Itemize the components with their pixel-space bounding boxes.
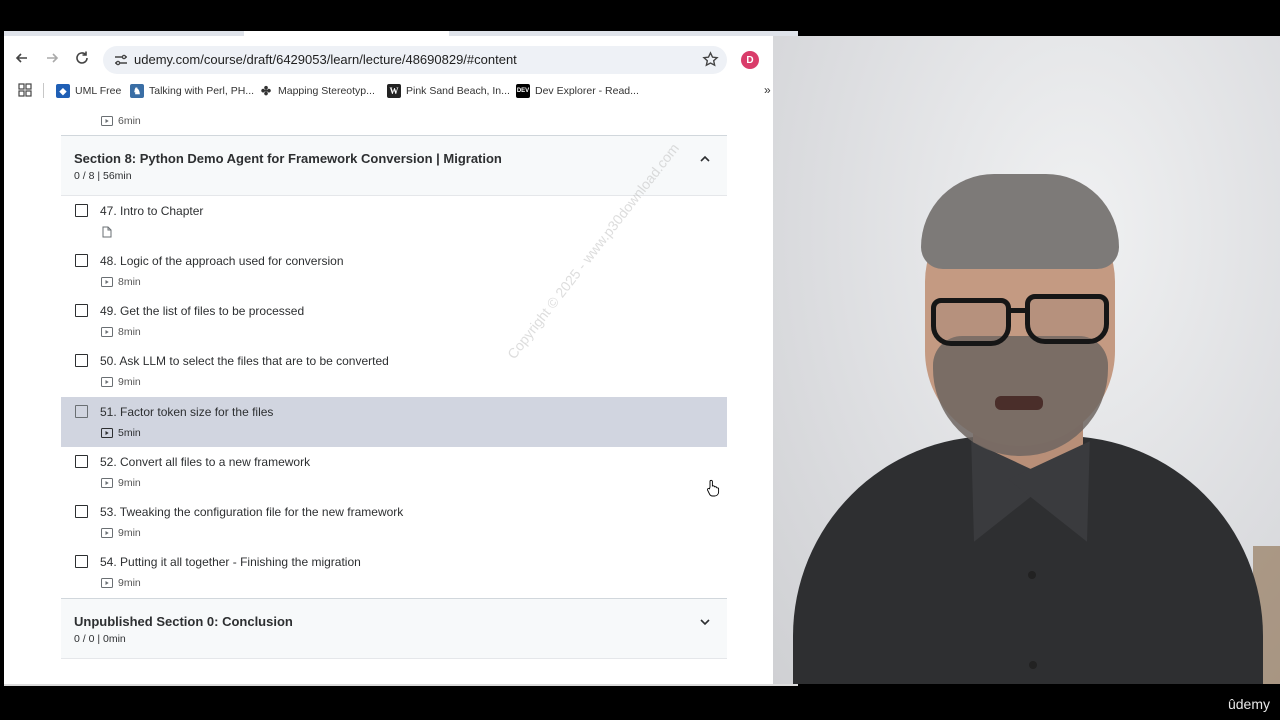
video-playing-icon [101, 428, 113, 438]
shirt-button [1028, 571, 1036, 579]
instructor-mouth [995, 396, 1043, 410]
lecture-item[interactable]: 54. Putting it all together - Finishing … [61, 547, 727, 597]
lecture-checkbox[interactable] [75, 304, 88, 317]
bookmark-mapping-stereotypes[interactable]: ✤ Mapping Stereotyp... [259, 82, 375, 100]
back-button[interactable] [12, 48, 32, 68]
bookmark-label: Talking with Perl, PH... [149, 85, 255, 97]
reload-button[interactable] [72, 48, 92, 68]
dev-icon: DEV [516, 84, 530, 98]
lecture-checkbox[interactable] [75, 505, 88, 518]
profile-avatar[interactable]: D [741, 51, 759, 69]
video-icon [101, 528, 113, 538]
reload-icon [76, 51, 88, 64]
section-progress: 0 / 0 | 0min [74, 633, 126, 645]
bookmarks-separator [43, 83, 44, 98]
bookmark-dev-explorer[interactable]: DEV Dev Explorer - Read... [516, 82, 639, 100]
lecture-checkbox[interactable] [75, 455, 88, 468]
glasses-right-lens [1025, 294, 1109, 344]
lecture-checkbox[interactable] [75, 405, 88, 418]
lecture-duration: 8min [101, 326, 141, 338]
bookmark-label: Pink Sand Beach, In... [406, 85, 510, 97]
forward-button[interactable] [42, 48, 62, 68]
bookmark-talking-with-perl[interactable]: ♞ Talking with Perl, PH... [130, 82, 254, 100]
lecture-item[interactable]: 49. Get the list of files to be processe… [61, 296, 727, 346]
bookmark-pink-sand-beach[interactable]: W Pink Sand Beach, In... [387, 82, 510, 100]
lecture-title: 49. Get the list of files to be processe… [100, 304, 305, 318]
site-settings-icon[interactable] [113, 52, 129, 68]
lecture-item-active[interactable]: 51. Factor token size for the files 5min [61, 397, 727, 447]
address-bar[interactable]: udemy.com/course/draft/6429053/learn/lec… [103, 46, 727, 74]
more-bookmarks-icon[interactable]: » [764, 83, 771, 97]
hand-cursor-icon [707, 479, 720, 497]
forward-arrow-icon [47, 53, 59, 63]
udemy-logo: ûdemy [1227, 696, 1270, 712]
video-icon [101, 478, 113, 488]
lecture-title: 50. Ask LLM to select the files that are… [100, 354, 389, 368]
bookmark-star-icon[interactable] [702, 51, 719, 68]
section-title: Unpublished Section 0: Conclusion [74, 614, 293, 629]
bookmark-uml-free[interactable]: ◆ UML Free [56, 82, 121, 100]
lecture-duration: 9min [101, 527, 141, 539]
apps-grid-icon[interactable] [18, 83, 32, 97]
lecture-item[interactable]: 50. Ask LLM to select the files that are… [61, 346, 727, 396]
video-icon [101, 116, 113, 126]
lecture-checkbox[interactable] [75, 354, 88, 367]
bookmark-label: Dev Explorer - Read... [535, 85, 639, 97]
lecture-title: 52. Convert all files to a new framework [100, 455, 311, 469]
lecture-title: 53. Tweaking the configuration file for … [100, 505, 404, 519]
bookmarks-bar: ◆ UML Free ♞ Talking with Perl, PH... ✤ … [4, 80, 773, 102]
bookmark-label: UML Free [75, 85, 122, 97]
lecture-duration: 9min [101, 376, 141, 388]
lecture-title: 48. Logic of the approach used for conve… [100, 254, 344, 268]
section-progress: 0 / 8 | 56min [74, 170, 132, 182]
lecture-checkbox[interactable] [75, 555, 88, 568]
shirt-button [1029, 661, 1037, 669]
section-conclusion-header[interactable]: Unpublished Section 0: Conclusion 0 / 0 … [61, 598, 727, 659]
section-title: Section 8: Python Demo Agent for Framewo… [74, 151, 502, 166]
chevron-down-icon[interactable] [699, 616, 711, 628]
glasses-bridge [1009, 308, 1027, 313]
previous-lecture-duration: 6min [101, 115, 141, 127]
screen: udemy.com/course/draft/6429053/learn/lec… [0, 0, 1280, 720]
lecture-title: 47. Intro to Chapter [100, 204, 204, 218]
bottom-letterbox [0, 686, 1280, 720]
lecture-item[interactable]: 53. Tweaking the configuration file for … [61, 497, 727, 547]
lecture-title: 51. Factor token size for the files [100, 405, 274, 419]
camel-icon: ♞ [130, 84, 144, 98]
uml-icon: ◆ [56, 84, 70, 98]
video-icon [101, 327, 113, 337]
course-content-panel: 6min Section 8: Python Demo Agent for Fr… [4, 102, 773, 686]
lecture-item[interactable]: 52. Convert all files to a new framework… [61, 447, 727, 497]
browser-window: udemy.com/course/draft/6429053/learn/lec… [4, 36, 773, 686]
wikipedia-icon: W [387, 84, 401, 98]
lecture-duration: 9min [101, 477, 141, 489]
top-letterbox [0, 0, 1280, 33]
lecture-item[interactable]: 48. Logic of the approach used for conve… [61, 246, 727, 296]
article-icon [102, 226, 112, 238]
instructor-webcam [773, 36, 1280, 684]
instructor-hair [921, 174, 1119, 269]
lecture-checkbox[interactable] [75, 204, 88, 217]
deer-icon: ✤ [260, 84, 272, 98]
bookmark-label: Mapping Stereotyp... [278, 85, 375, 97]
lecture-title: 54. Putting it all together - Finishing … [100, 555, 361, 569]
glasses-left-lens [931, 298, 1011, 346]
video-icon [101, 578, 113, 588]
chevron-up-icon[interactable] [699, 153, 711, 165]
video-icon [101, 277, 113, 287]
url-text[interactable]: udemy.com/course/draft/6429053/learn/lec… [134, 52, 517, 67]
back-arrow-icon [15, 53, 27, 63]
browser-toolbar: udemy.com/course/draft/6429053/learn/lec… [4, 36, 773, 80]
lecture-duration: 9min [101, 577, 141, 589]
lecture-duration: 5min [101, 427, 141, 439]
lecture-duration: 8min [101, 276, 141, 288]
lecture-checkbox[interactable] [75, 254, 88, 267]
video-icon [101, 377, 113, 387]
section-8-header[interactable]: Section 8: Python Demo Agent for Framewo… [61, 135, 727, 196]
